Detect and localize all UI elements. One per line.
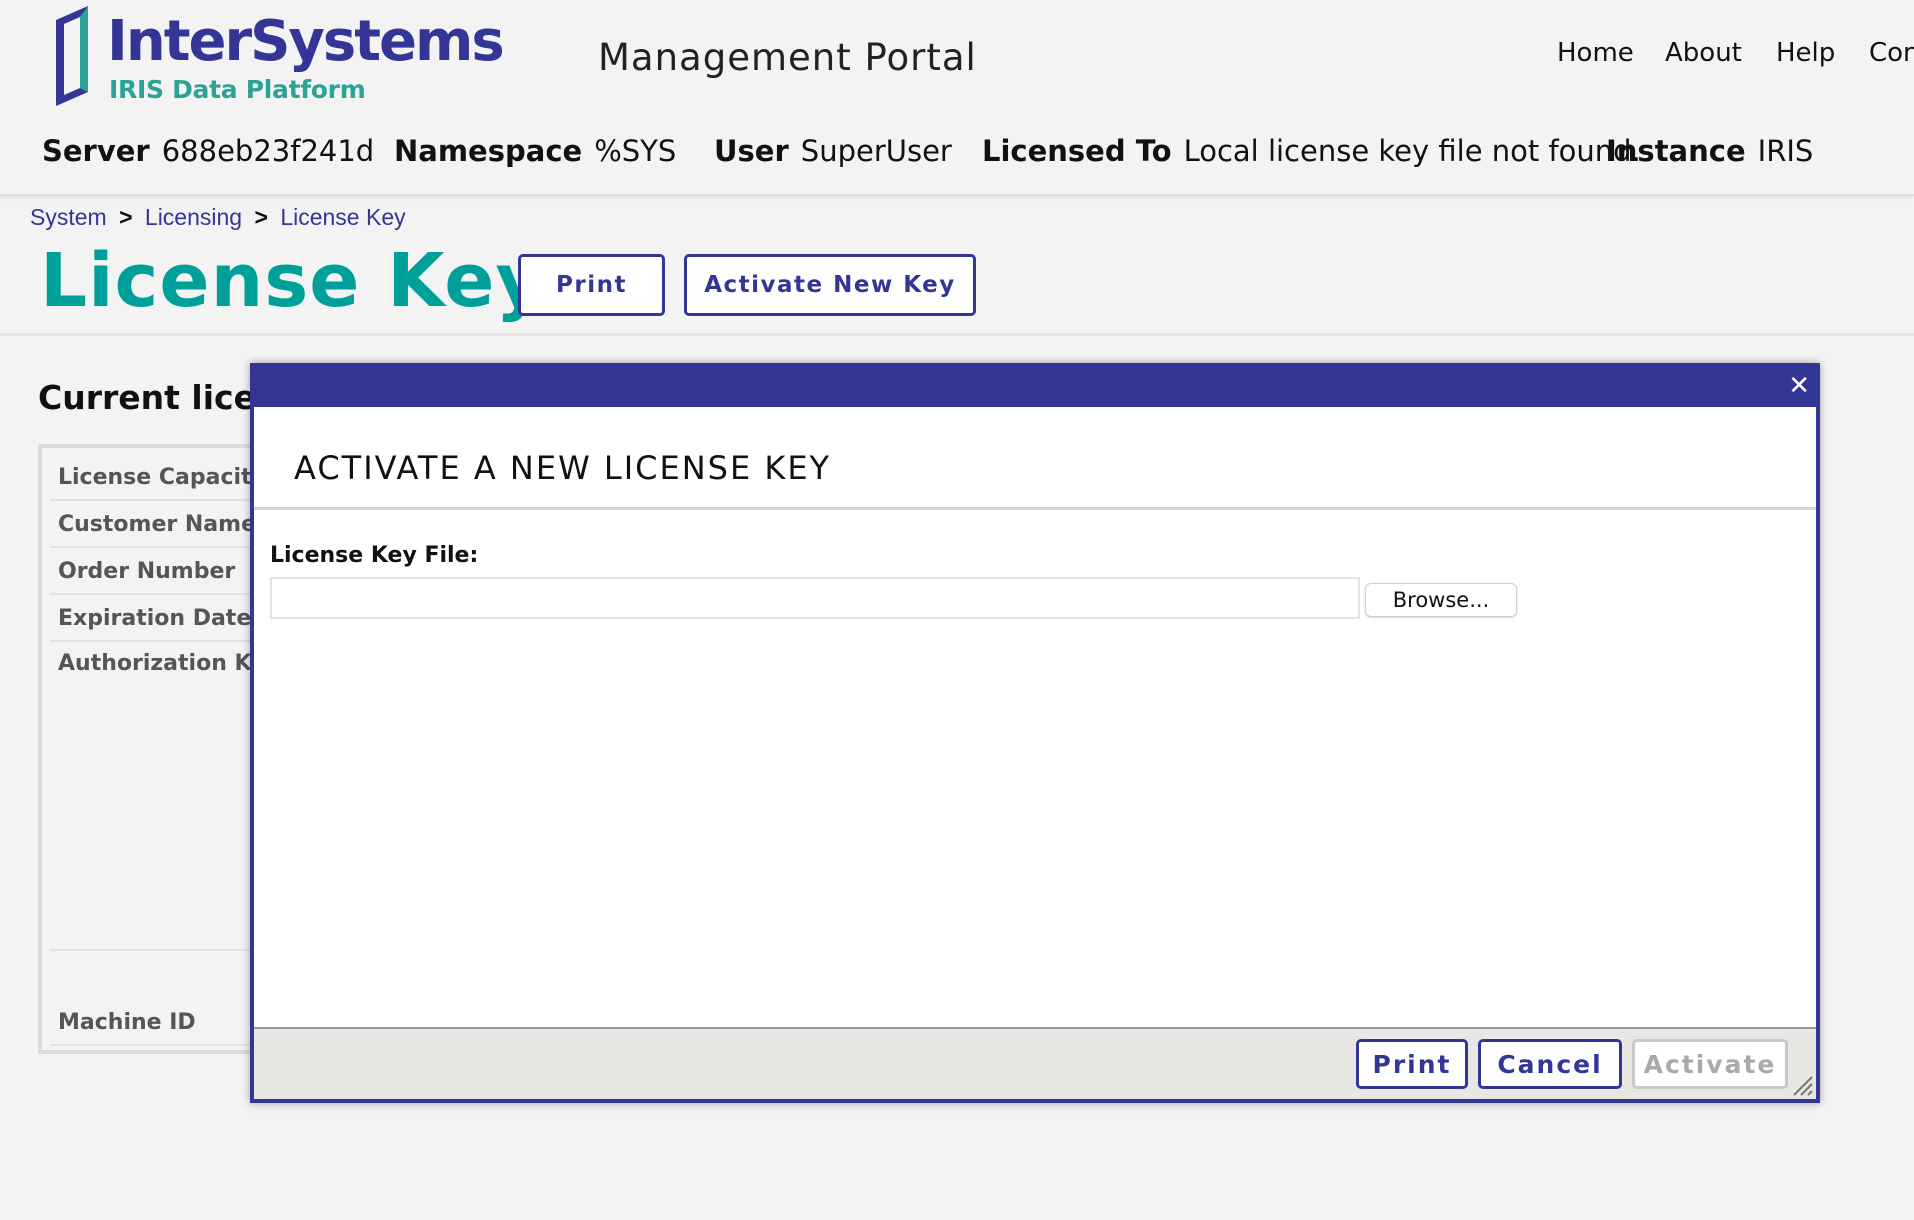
dialog-cancel-button[interactable]: Cancel (1478, 1039, 1622, 1089)
namespace-value: %SYS (594, 134, 677, 168)
dialog-footer: Print Cancel Activate (254, 1027, 1816, 1099)
dialog-titlebar[interactable]: ✕ (254, 367, 1816, 407)
nav-home-link[interactable]: Home (1557, 38, 1634, 68)
dialog-activate-button: Activate (1632, 1039, 1788, 1089)
portal-header: InterSystems ™ IRIS Data Platform Manage… (0, 0, 1914, 196)
resize-grip-icon[interactable] (1790, 1073, 1814, 1097)
licensed-to-label: Licensed To (982, 134, 1172, 168)
instance-value: IRIS (1757, 134, 1814, 168)
close-icon[interactable]: ✕ (1788, 369, 1810, 403)
activate-license-dialog: ✕ ACTIVATE A NEW LICENSE KEY License Key… (250, 363, 1820, 1103)
license-details-table: License Capacity Customer Name Order Num… (38, 444, 290, 1054)
activate-new-key-button[interactable]: Activate New Key (684, 254, 976, 316)
page-title: License Key (40, 238, 545, 324)
server-value: 688eb23f241d (161, 134, 375, 168)
breadcrumb-separator: > (254, 204, 268, 230)
licensed-to-info: Licensed To Local license key file not fo… (982, 134, 1641, 168)
dialog-heading-divider (254, 507, 1816, 510)
breadcrumb-licensing-link[interactable]: Licensing (145, 204, 242, 230)
logo-subtitle: IRIS Data Platform (109, 75, 366, 104)
nav-help-link[interactable]: Help (1776, 38, 1835, 68)
license-key-file-input[interactable] (270, 577, 1360, 619)
namespace-label: Namespace (394, 134, 583, 168)
breadcrumb: System > Licensing > License Key (30, 204, 406, 231)
user-label: User (714, 134, 789, 168)
nav-about-link[interactable]: About (1665, 38, 1742, 68)
breadcrumb-system-link[interactable]: System (30, 204, 107, 230)
license-key-file-label: License Key File: (270, 543, 479, 568)
print-button[interactable]: Print (518, 254, 665, 316)
licensed-to-value: Local license key file not found. (1183, 134, 1641, 168)
system-info-bar: Server 688eb23f241d Namespace %SYS User Sup… (42, 134, 1902, 174)
instance-label: Instance (1606, 134, 1746, 168)
user-info: User SuperUser (714, 134, 952, 168)
dialog-print-button[interactable]: Print (1356, 1039, 1468, 1089)
server-label: Server (42, 134, 150, 168)
title-divider (0, 333, 1914, 336)
user-value: SuperUser (800, 134, 952, 168)
browse-button[interactable]: Browse... (1365, 583, 1517, 617)
server-info: Server 688eb23f241d (42, 134, 374, 168)
nav-contact-link[interactable]: Con (1869, 38, 1914, 68)
dialog-heading: ACTIVATE A NEW LICENSE KEY (294, 449, 832, 487)
instance-info: Instance IRIS (1606, 134, 1813, 168)
breadcrumb-license-key-link[interactable]: License Key (280, 204, 405, 230)
namespace-info: Namespace %SYS (394, 134, 676, 168)
top-nav: Home About Help Con (0, 38, 1914, 78)
breadcrumb-separator: > (119, 204, 133, 230)
